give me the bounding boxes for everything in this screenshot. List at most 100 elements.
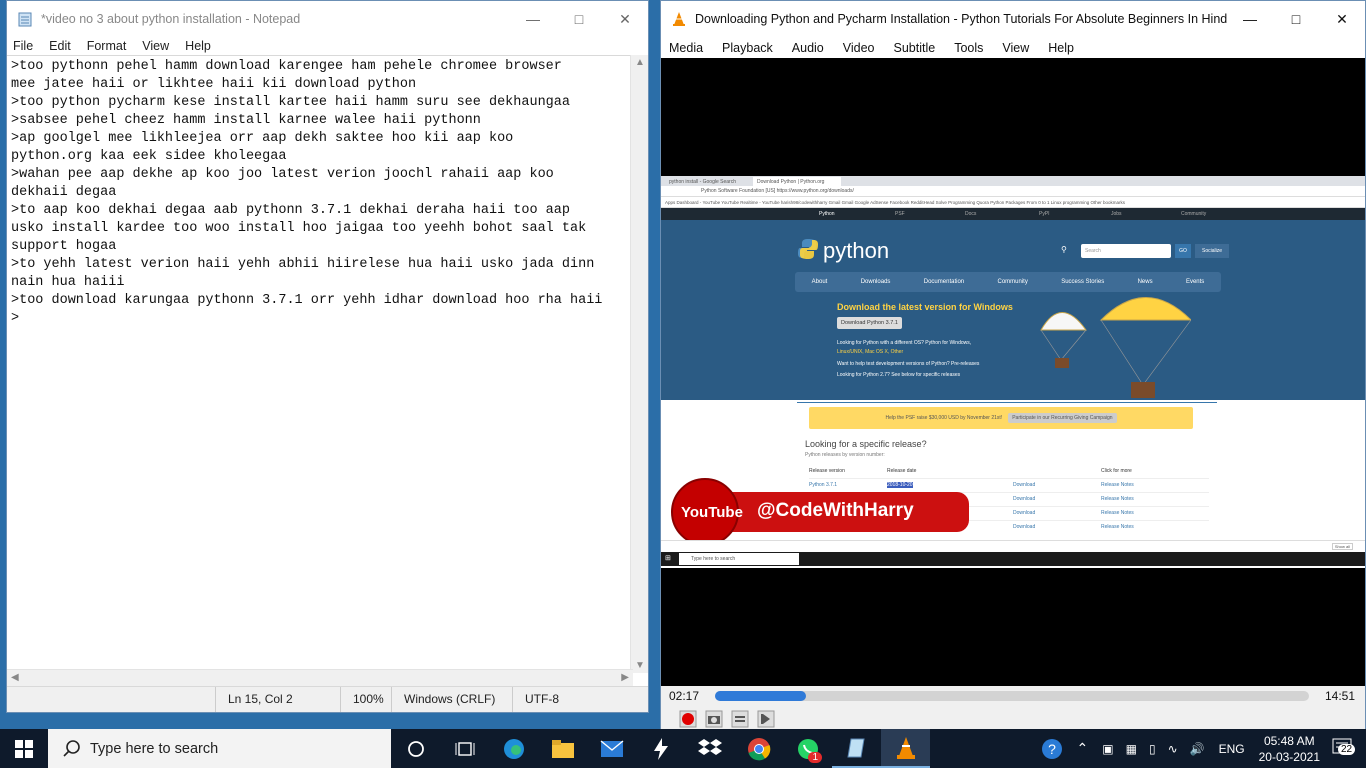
menu-success-stories: Success Stories [1061, 279, 1105, 285]
system-tray: ? ⌃ ▣ ▦ ▯ ∿ 🔊 ENG 05:48 AM 20-03-2021 22 [1041, 729, 1366, 768]
menu-file[interactable]: File [13, 39, 33, 53]
wifi-icon[interactable]: ∿ [1168, 742, 1178, 756]
notepad-taskbar-button[interactable] [832, 729, 881, 768]
minimize-icon[interactable]: — [1227, 1, 1273, 37]
seek-bar[interactable] [715, 691, 1309, 701]
menu-view[interactable]: View [1002, 41, 1029, 55]
divider [797, 402, 1217, 403]
whatsapp-taskbar-button[interactable]: 1 [783, 729, 832, 768]
menu-format[interactable]: Format [87, 39, 127, 53]
menu-edit[interactable]: Edit [49, 39, 71, 53]
horizontal-scrollbar[interactable]: ◀ ▶ [7, 669, 633, 687]
mail-taskbar-button[interactable] [587, 729, 636, 768]
vertical-scrollbar[interactable]: ▲ ▼ [630, 55, 648, 673]
text-line: >to yehh latest verion haii yehh abhii h… [11, 257, 595, 272]
vlc-taskbar-button[interactable] [881, 729, 930, 768]
menu-view[interactable]: View [142, 39, 169, 53]
folder-icon [551, 739, 574, 758]
notepad-window: *video no 3 about python installation - … [6, 0, 649, 713]
text-line: >wahan pee aap dekhe ap koo joo latest v… [11, 167, 554, 182]
scroll-right-icon[interactable]: ▶ [621, 672, 629, 683]
video-frame: python install - Google Search Download … [661, 176, 1365, 568]
seek-bar-row: 02:17 14:51 [661, 686, 1365, 706]
text-line: python.org kaa eek sidee kholeegaa [11, 149, 287, 164]
channel-handle: @CodeWithHarry [757, 500, 914, 521]
menu-tools[interactable]: Tools [954, 41, 983, 55]
psf-banner: Help the PSF raise $30,000 USD by Novemb… [809, 407, 1193, 429]
release-table-header: Release version Release date Click for m… [809, 468, 1132, 474]
frame-step-button[interactable] [755, 709, 777, 729]
python-top-nav: Python PSF Docs PyPI Jobs Community [661, 208, 1365, 220]
scroll-up-icon[interactable]: ▲ [635, 57, 645, 68]
window-title: Downloading Python and Pycharm Installat… [695, 12, 1227, 26]
start-button[interactable] [0, 729, 48, 768]
taskbar-search-box[interactable]: Type here to search [48, 729, 391, 768]
close-icon[interactable]: ✕ [602, 1, 648, 37]
notepad-icon [18, 12, 32, 27]
webcam-icon[interactable]: ▣ [1102, 742, 1113, 756]
help-icon[interactable]: ? [1041, 738, 1063, 760]
language-indicator[interactable]: ENG [1219, 742, 1245, 756]
record-button[interactable] [677, 709, 699, 729]
bookmarks-text: Apps Dashboard - YouTube YouTube Realtim… [665, 200, 1125, 205]
text-line: >sabsee pehel cheez hamm install karnee … [11, 113, 481, 128]
nav-python: Python [819, 211, 835, 217]
chrome-taskbar-button[interactable] [734, 729, 783, 768]
maximize-icon[interactable]: □ [556, 1, 602, 37]
vlc-titlebar[interactable]: Downloading Python and Pycharm Installat… [661, 1, 1365, 37]
dl-text-4: Looking for Python 2.7? See below for sp… [837, 372, 961, 378]
task-view-button[interactable] [440, 729, 489, 768]
task-view-icon [455, 741, 474, 756]
menu-downloads: Downloads [860, 279, 891, 285]
loop-ab-button[interactable] [729, 709, 751, 729]
scroll-down-icon[interactable]: ▼ [635, 660, 645, 671]
browser-tabstrip: python install - Google Search Download … [661, 176, 1365, 195]
clock[interactable]: 05:48 AM 20-03-2021 [1259, 733, 1320, 765]
file-explorer-taskbar-button[interactable] [538, 729, 587, 768]
text-editor[interactable]: >too pythonn pehel hamm download karenge… [7, 55, 633, 673]
app-taskbar-button[interactable] [636, 729, 685, 768]
menu-subtitle[interactable]: Subtitle [894, 41, 936, 55]
edge-icon [503, 738, 524, 759]
menu-playback[interactable]: Playback [722, 41, 773, 55]
menu-help[interactable]: Help [1048, 41, 1074, 55]
notification-count: 22 [1338, 744, 1356, 755]
menu-video[interactable]: Video [843, 41, 875, 55]
svg-text:?: ? [1048, 741, 1056, 757]
dl-text-2: Linux/UNIX, Mac OS X, Other [837, 349, 904, 355]
mail-icon [600, 739, 623, 757]
text-line: >to aap koo dekhai degaa aab pythonn 3.7… [11, 203, 570, 218]
notification-center-button[interactable]: 22 [1332, 738, 1356, 759]
dropbox-taskbar-button[interactable] [685, 729, 734, 768]
menu-audio[interactable]: Audio [792, 41, 824, 55]
chevron-up-icon[interactable]: ⌃ [1077, 740, 1089, 757]
close-icon[interactable]: ✕ [1319, 1, 1365, 37]
python-logo-text: python [823, 238, 890, 263]
vlc-cone-icon [673, 12, 685, 26]
scroll-left-icon[interactable]: ◀ [11, 672, 19, 683]
zoom-level: 100% [340, 687, 391, 712]
text-line: support hogaa [11, 239, 117, 254]
edge-taskbar-button[interactable] [489, 729, 538, 768]
menu-help[interactable]: Help [185, 39, 211, 53]
notepad-titlebar[interactable]: *video no 3 about python installation - … [7, 1, 648, 37]
dropbox-icon [697, 738, 722, 755]
cortana-button[interactable] [391, 729, 440, 768]
text-line: >ap goolgel mee likhleejea orr aap dekh … [11, 131, 514, 146]
address-text: Python Software Foundation [US] https://… [701, 188, 854, 194]
video-area[interactable]: python install - Google Search Download … [661, 58, 1365, 686]
snapshot-button[interactable] [703, 709, 725, 729]
encoding: UTF-8 [512, 687, 571, 712]
inner-taskbar: ⊞ Type here to search [661, 552, 1365, 566]
nav-jobs: Jobs [1111, 211, 1122, 217]
dl-text-1: Looking for Python with a different OS? … [837, 340, 972, 346]
cast-icon[interactable]: ▦ [1126, 742, 1137, 756]
maximize-icon[interactable]: □ [1273, 1, 1319, 37]
minimize-icon[interactable]: — [510, 1, 556, 37]
battery-icon[interactable]: ▯ [1149, 742, 1156, 756]
search-icon [63, 739, 80, 757]
volume-icon[interactable]: 🔊 [1190, 742, 1205, 756]
text-line: nain hua haiii [11, 275, 125, 290]
menu-documentation: Documentation [923, 279, 965, 285]
menu-media[interactable]: Media [669, 41, 703, 55]
